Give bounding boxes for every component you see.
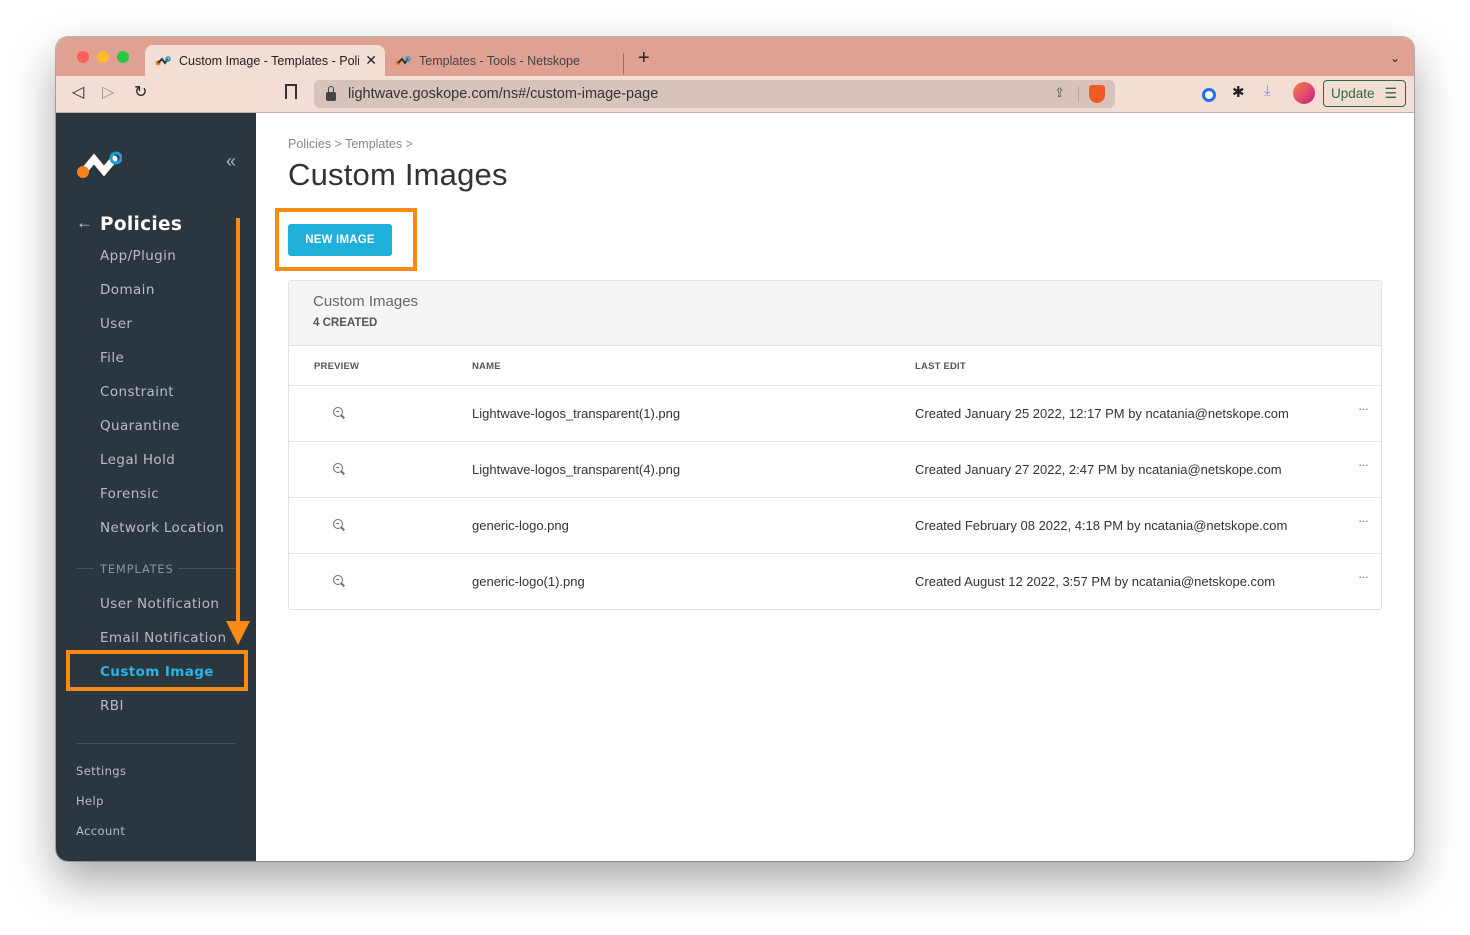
- last-edit: Created February 08 2022, 4:18 PM by nca…: [915, 518, 1288, 533]
- tab-title: Custom Image - Templates - Policies: [179, 53, 359, 68]
- annotation-highlight-box: [66, 650, 248, 691]
- sidebar-item-help[interactable]: Help: [76, 794, 104, 808]
- sidebar-item-legal-hold[interactable]: Legal Hold: [100, 452, 175, 468]
- share-icon[interactable]: ⇪: [1054, 85, 1065, 101]
- sidebar-item-user[interactable]: User: [100, 316, 132, 332]
- sidebar-item-domain[interactable]: Domain: [100, 282, 155, 298]
- zoom-in-icon[interactable]: [333, 463, 343, 473]
- reload-icon[interactable]: ↻: [134, 82, 147, 102]
- zoom-window-button[interactable]: [117, 51, 129, 63]
- more-options-icon[interactable]: ···: [1358, 569, 1369, 584]
- last-edit: Created August 12 2022, 3:57 PM by ncata…: [915, 574, 1276, 589]
- more-options-icon[interactable]: ···: [1358, 401, 1369, 416]
- netskope-favicon-icon: [395, 55, 411, 65]
- zoom-in-icon[interactable]: [333, 575, 343, 585]
- forward-icon[interactable]: ▷: [102, 82, 114, 102]
- browser-window: Custom Image - Templates - Policies ✕ Te…: [56, 37, 1414, 861]
- menu-icon: ☰: [1384, 85, 1398, 101]
- update-label: Update: [1331, 86, 1375, 101]
- page-title: Custom Images: [288, 157, 508, 192]
- card-header: Custom Images 4 CREATED: [289, 281, 1381, 346]
- sidebar-item-network-location[interactable]: Network Location: [100, 520, 224, 536]
- sidebar-item-user-notification[interactable]: User Notification: [100, 596, 219, 612]
- breadcrumb[interactable]: Policies > Templates >: [288, 137, 413, 151]
- sidebar-item-settings[interactable]: Settings: [76, 764, 126, 778]
- zoom-in-icon[interactable]: [333, 519, 343, 529]
- tab-strip: Custom Image - Templates - Policies ✕ Te…: [56, 37, 1414, 76]
- minimize-window-button[interactable]: [97, 51, 109, 63]
- back-icon[interactable]: ◁: [72, 82, 84, 102]
- profile-avatar[interactable]: [1293, 82, 1315, 104]
- table-row: generic-logo(1).png Created August 12 20…: [289, 554, 1381, 610]
- close-tab-icon[interactable]: ✕: [365, 52, 377, 69]
- column-header-name[interactable]: NAME: [472, 361, 501, 372]
- annotation-arrow-head: [226, 621, 250, 645]
- netskope-logo-icon[interactable]: [76, 151, 122, 179]
- update-button[interactable]: Update ☰: [1323, 80, 1406, 107]
- url-separator: [1078, 86, 1079, 102]
- column-header-last-edit[interactable]: LAST EDIT: [915, 361, 966, 372]
- image-name: Lightwave-logos_transparent(1).png: [472, 406, 681, 421]
- netskope-favicon-icon: [155, 55, 171, 65]
- sidebar-item-constraint[interactable]: Constraint: [100, 384, 174, 400]
- app-area: « ← Policies App/Plugin Domain User File…: [56, 113, 1414, 861]
- lock-icon: [326, 85, 336, 101]
- templates-section-label: TEMPLATES: [100, 562, 174, 576]
- last-edit: Created January 27 2022, 2:47 PM by ncat…: [915, 462, 1282, 477]
- column-header-preview[interactable]: PREVIEW: [314, 361, 359, 372]
- divider: [76, 568, 94, 569]
- image-name: generic-logo.png: [472, 518, 569, 533]
- table-row: generic-logo.png Created February 08 202…: [289, 498, 1381, 554]
- sidebar-item-email-notification[interactable]: Email Notification: [100, 630, 226, 646]
- tab-custom-image[interactable]: Custom Image - Templates - Policies ✕: [145, 45, 385, 76]
- url-text[interactable]: lightwave.goskope.com/ns#/custom-image-p…: [348, 86, 658, 102]
- table-row: Lightwave-logos_transparent(4).png Creat…: [289, 442, 1381, 498]
- image-name: Lightwave-logos_transparent(4).png: [472, 462, 681, 477]
- custom-images-card: Custom Images 4 CREATED PREVIEW NAME LAS…: [288, 280, 1382, 610]
- more-options-icon[interactable]: ···: [1358, 513, 1369, 528]
- divider: [178, 568, 236, 569]
- divider: [76, 743, 236, 744]
- table-header: PREVIEW NAME LAST EDIT: [289, 346, 1381, 386]
- new-tab-button[interactable]: +: [638, 47, 650, 70]
- tab-templates-tools[interactable]: Templates - Tools - Netskope: [389, 45, 619, 76]
- sidebar: « ← Policies App/Plugin Domain User File…: [56, 113, 256, 861]
- tab-separator: [623, 53, 624, 75]
- address-bar[interactable]: lightwave.goskope.com/ns#/custom-image-p…: [314, 80, 1115, 108]
- download-icon[interactable]: ⤓: [1264, 82, 1271, 99]
- table-row: Lightwave-logos_transparent(1).png Creat…: [289, 386, 1381, 442]
- back-arrow-icon[interactable]: ←: [76, 213, 93, 233]
- last-edit: Created January 25 2022, 12:17 PM by nca…: [915, 406, 1289, 421]
- main-content: Policies > Templates > Custom Images NEW…: [256, 113, 1414, 861]
- zoom-in-icon[interactable]: [333, 407, 343, 417]
- collapse-sidebar-icon[interactable]: «: [226, 151, 236, 172]
- sidebar-item-account[interactable]: Account: [76, 824, 125, 838]
- sidebar-item-quarantine[interactable]: Quarantine: [100, 418, 180, 434]
- sidebar-item-file[interactable]: File: [100, 350, 124, 366]
- bookmark-icon[interactable]: [285, 84, 297, 99]
- section-title: Policies: [100, 214, 183, 235]
- close-window-button[interactable]: [77, 51, 89, 63]
- image-name: generic-logo(1).png: [472, 574, 585, 589]
- more-options-icon[interactable]: ···: [1358, 457, 1369, 472]
- sidebar-item-rbi[interactable]: RBI: [100, 698, 124, 714]
- card-title: Custom Images: [313, 293, 419, 310]
- chevron-down-icon[interactable]: ⌄: [1390, 51, 1400, 65]
- annotation-arrow: [236, 218, 240, 628]
- sidebar-item-forensic[interactable]: Forensic: [100, 486, 159, 502]
- new-image-button[interactable]: NEW IMAGE: [288, 224, 392, 256]
- brave-shield-icon[interactable]: [1089, 85, 1105, 103]
- password-manager-icon[interactable]: [1202, 88, 1216, 102]
- created-count: 4 CREATED: [313, 317, 378, 329]
- extensions-icon[interactable]: ✱: [1232, 83, 1245, 101]
- tab-title: Templates - Tools - Netskope: [419, 53, 580, 68]
- browser-toolbar: ◁ ▷ ↻ lightwave.goskope.com/ns#/custom-i…: [56, 76, 1414, 113]
- sidebar-item-app-plugin[interactable]: App/Plugin: [100, 248, 176, 264]
